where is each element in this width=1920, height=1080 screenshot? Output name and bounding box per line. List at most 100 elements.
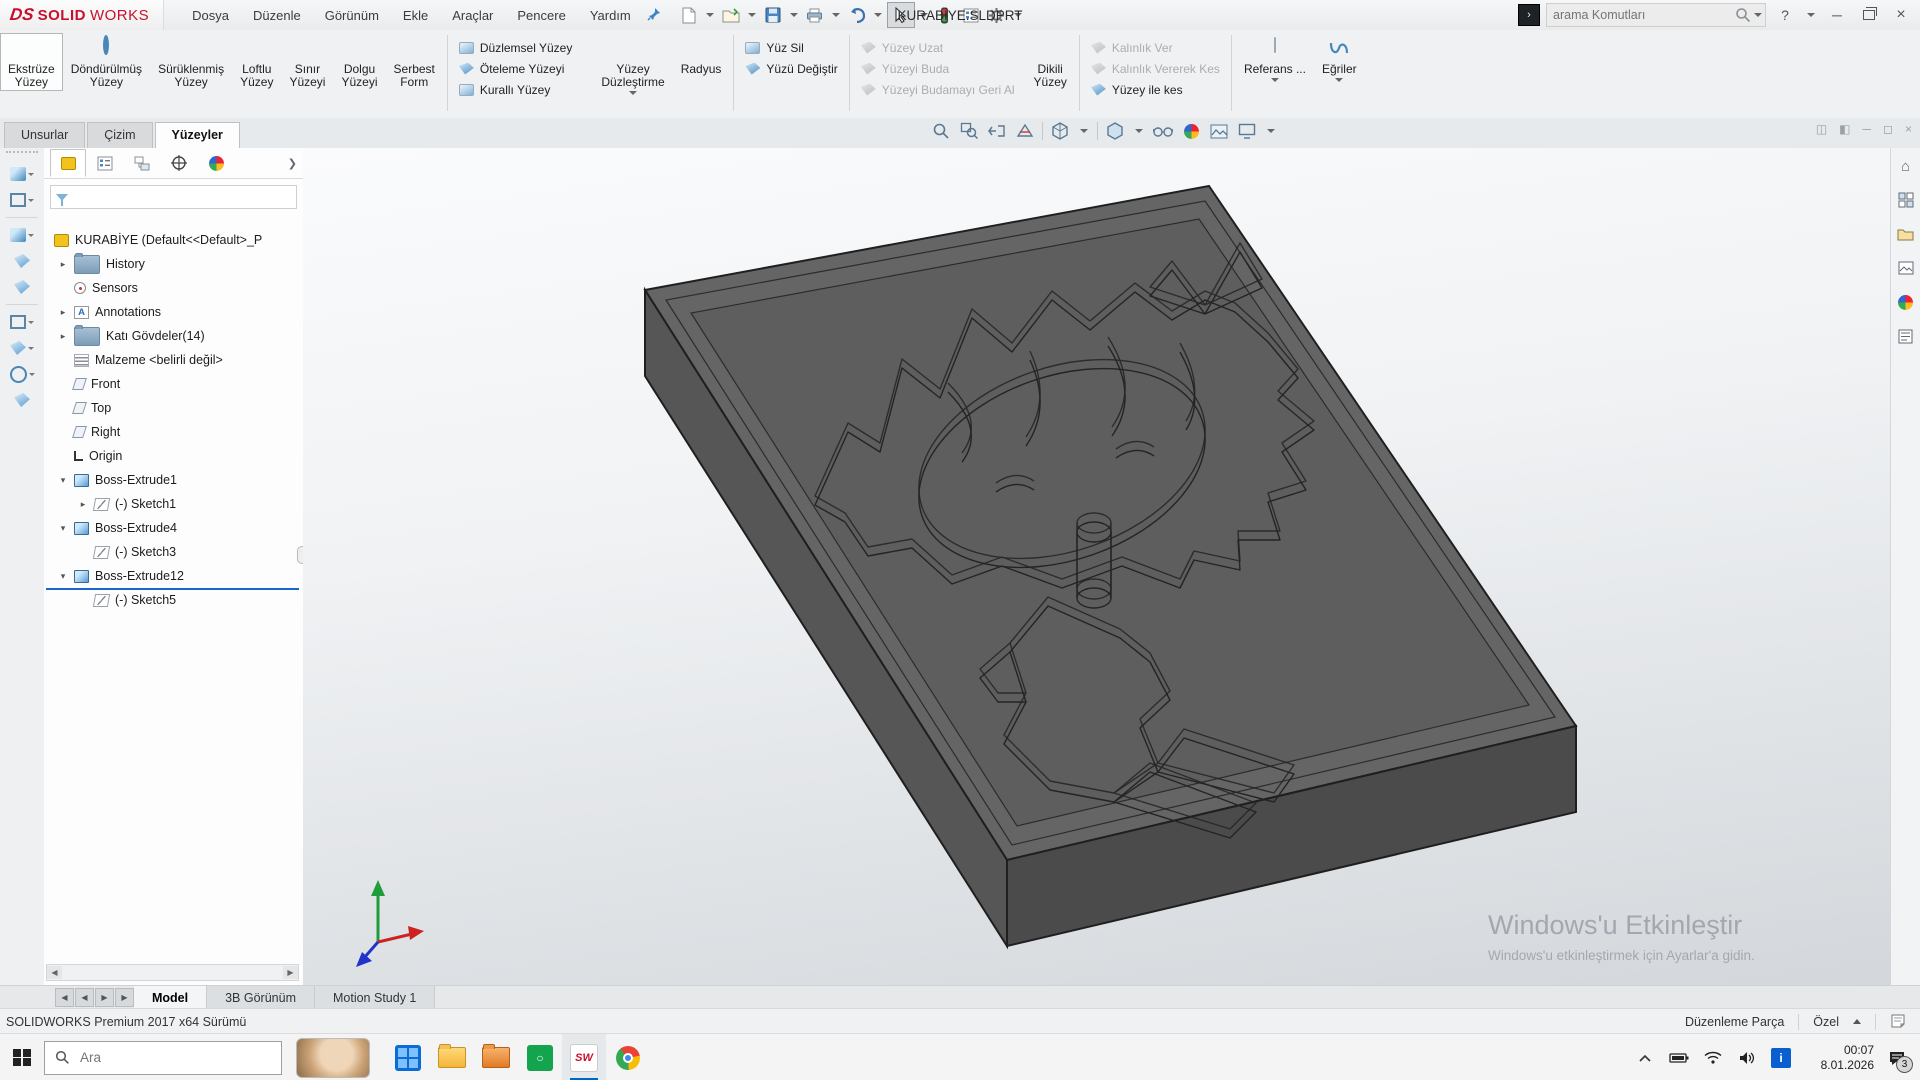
help-caret-icon[interactable]: [1807, 13, 1815, 17]
tree-item-right-plane[interactable]: Right: [44, 420, 303, 444]
folder-icon[interactable]: [474, 1034, 518, 1080]
tree-item-material[interactable]: Malzeme <belirli değil>: [44, 348, 303, 372]
propertymanager-tab[interactable]: [87, 149, 123, 177]
filled-surface-button[interactable]: Dolgu Yüzeyi: [333, 33, 385, 91]
fillet-button[interactable]: Radyus: [673, 33, 730, 78]
custom-properties-icon[interactable]: [1896, 326, 1916, 346]
undo-caret-icon[interactable]: [874, 13, 882, 17]
view-cube-button[interactable]: [0, 161, 44, 187]
search-shortcut-icon[interactable]: ›: [1518, 4, 1540, 26]
rollback-bar[interactable]: [46, 588, 299, 590]
apply-scene-icon[interactable]: [1208, 121, 1230, 141]
select-tool-icon[interactable]: [887, 2, 915, 28]
mirror-tool-button[interactable]: [0, 335, 44, 361]
settings-gear-icon[interactable]: [985, 3, 1009, 27]
lofted-surface-button[interactable]: Loftlu Yüzey: [232, 33, 281, 91]
menu-ekle[interactable]: Ekle: [393, 4, 438, 27]
new-file-icon[interactable]: [677, 3, 701, 27]
battery-icon[interactable]: [1664, 1034, 1694, 1080]
hidden-icons-chevron-icon[interactable]: [1630, 1034, 1660, 1080]
offset-surface-button[interactable]: Öteleme Yüzeyi: [452, 58, 579, 79]
boundary-surface-button[interactable]: Sınır Yüzeyi: [281, 33, 333, 91]
dimxpertmanager-tab[interactable]: [161, 149, 197, 177]
collapse-arrow-icon[interactable]: ▾: [58, 523, 68, 534]
chrome-icon[interactable]: [606, 1034, 650, 1080]
menu-dosya[interactable]: Dosya: [182, 4, 239, 27]
minimize-button[interactable]: ─: [1824, 4, 1850, 26]
taskbar-clock[interactable]: 00:07 8.01.2026: [1800, 1043, 1874, 1073]
reference-caret-icon[interactable]: [1271, 78, 1279, 82]
shaded-cube-button[interactable]: [0, 222, 44, 248]
menu-pencere[interactable]: Pencere: [507, 4, 575, 27]
save-caret-icon[interactable]: [790, 13, 798, 17]
volume-icon[interactable]: [1732, 1034, 1762, 1080]
swept-surface-button[interactable]: Sürüklenmiş Yüzey: [150, 33, 232, 91]
doc-close-icon[interactable]: ×: [1905, 122, 1912, 136]
notification-center-button[interactable]: 3: [1878, 1034, 1916, 1080]
tree-filter-field[interactable]: [50, 185, 297, 209]
scroll-right-icon[interactable]: ▶: [283, 966, 298, 979]
pattern-tool-button[interactable]: [0, 309, 44, 335]
units-caret-icon[interactable]: [1853, 1019, 1861, 1024]
zoom-to-fit-icon[interactable]: [930, 121, 952, 141]
caret-icon[interactable]: [28, 199, 34, 202]
reference-geometry-button[interactable]: Referans ...: [1236, 33, 1314, 84]
caret-icon[interactable]: [29, 373, 35, 376]
tab-model[interactable]: Model: [134, 986, 207, 1009]
solidworks-taskbar-icon[interactable]: SW: [562, 1034, 606, 1080]
file-explorer-icon[interactable]: [430, 1034, 474, 1080]
menu-duzenle[interactable]: Düzenle: [243, 4, 311, 27]
configurationmanager-tab[interactable]: [124, 149, 160, 177]
info-icon[interactable]: i: [1766, 1034, 1796, 1080]
design-library-icon[interactable]: [1896, 190, 1916, 210]
last-tab-icon[interactable]: ▶: [115, 988, 134, 1007]
command-search-input[interactable]: [1547, 8, 1735, 22]
scroll-left-icon[interactable]: ◀: [47, 966, 62, 979]
revolved-surface-button[interactable]: Döndürülmüş Yüzey: [63, 33, 150, 91]
settings-caret-icon[interactable]: [1014, 13, 1022, 17]
prev-tab-icon[interactable]: ◀: [75, 988, 94, 1007]
news-widget-thumbnail[interactable]: [296, 1038, 370, 1078]
caret-icon[interactable]: [28, 347, 34, 350]
freeform-tool-button[interactable]: [0, 387, 44, 413]
print-caret-icon[interactable]: [832, 13, 840, 17]
select-tool-caret-icon[interactable]: [920, 13, 928, 17]
section-tool-button[interactable]: [0, 274, 44, 300]
tree-item-sketch5[interactable]: (-) Sketch5: [44, 588, 303, 612]
note-icon[interactable]: [1890, 1013, 1906, 1031]
microsoft-store-icon[interactable]: [386, 1034, 430, 1080]
start-button[interactable]: [0, 1034, 44, 1080]
freeform-button[interactable]: Serbest Form: [386, 33, 443, 91]
caret-icon[interactable]: [28, 321, 34, 324]
helix-tool-button[interactable]: [0, 361, 44, 387]
hide-show-items-icon[interactable]: [1152, 121, 1174, 141]
save-icon[interactable]: [761, 3, 785, 27]
replace-face-button[interactable]: Yüzü Değiştir: [738, 58, 844, 79]
tree-item-history[interactable]: ▸ History: [44, 252, 303, 276]
expand-arrow-icon[interactable]: ▸: [58, 331, 68, 342]
help-button[interactable]: ?: [1772, 4, 1798, 26]
featuremanager-tab[interactable]: [50, 149, 86, 177]
rebuild-traffic-light-icon[interactable]: [933, 3, 957, 27]
caret-icon[interactable]: [28, 173, 34, 176]
tree-item-boss-extrude1[interactable]: ▾ Boss-Extrude1: [44, 468, 303, 492]
caret-icon[interactable]: [28, 234, 34, 237]
taskbar-search[interactable]: [44, 1041, 282, 1075]
section-view-icon[interactable]: [1014, 121, 1036, 141]
open-file-caret-icon[interactable]: [748, 13, 756, 17]
taskbar-search-input[interactable]: [78, 1049, 271, 1066]
tree-root-part[interactable]: KURABİYE (Default<<Default>_P: [44, 228, 303, 252]
tab-yuzeyler[interactable]: Yüzeyler: [155, 122, 240, 148]
view-orientation-caret-icon[interactable]: [1080, 129, 1088, 133]
tree-item-solid-bodies[interactable]: ▸ Katı Gövdeler(14): [44, 324, 303, 348]
tab-cizim[interactable]: Çizim: [87, 122, 152, 148]
collapse-arrow-icon[interactable]: ▾: [58, 475, 68, 486]
home-icon[interactable]: ⌂: [1896, 156, 1916, 176]
zoom-to-area-icon[interactable]: [958, 121, 980, 141]
menu-yardim[interactable]: Yardım: [580, 4, 641, 27]
search-scope-caret-icon[interactable]: [1754, 13, 1762, 17]
new-file-caret-icon[interactable]: [706, 13, 714, 17]
displaymanager-tab[interactable]: [198, 149, 234, 177]
view-palette-icon[interactable]: [1896, 258, 1916, 278]
search-icon[interactable]: [1735, 7, 1751, 23]
